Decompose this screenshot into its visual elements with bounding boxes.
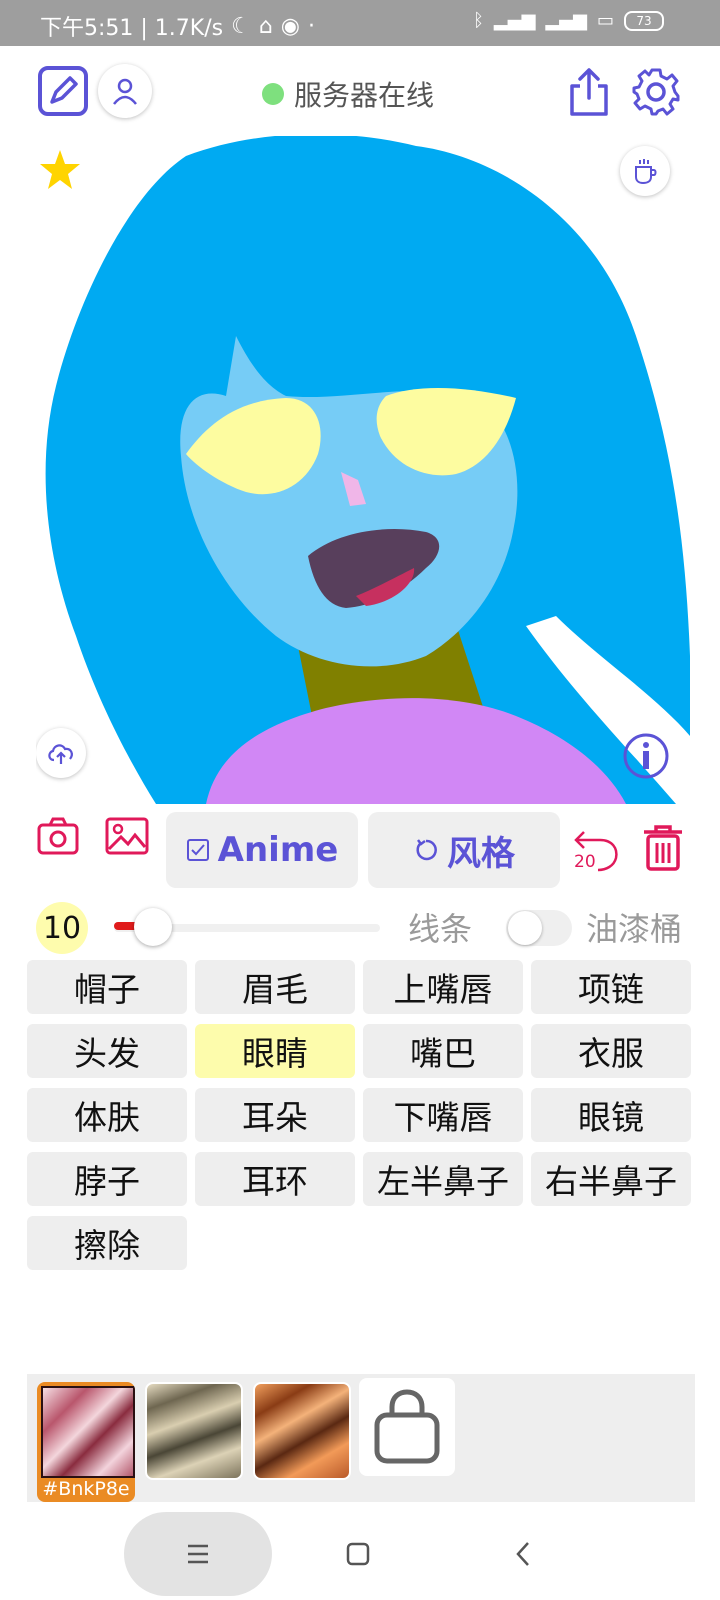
user-button[interactable] <box>98 64 152 118</box>
menu-button[interactable] <box>124 1512 272 1596</box>
signal-icon-2: ▂▄▆ <box>545 10 587 31</box>
drawing-art <box>36 136 690 804</box>
texture-beige[interactable] <box>145 1382 243 1480</box>
status-time-speed: 下午5:51 | 1.7K/s <box>40 16 224 41</box>
bucket-label: 油漆桶 <box>586 910 683 948</box>
checkbox-icon <box>186 839 209 861</box>
share-icon[interactable] <box>566 66 612 118</box>
line-label[interactable]: 线条 <box>408 904 472 950</box>
part-button[interactable]: 眼镜 <box>531 1088 691 1142</box>
camera-icon[interactable] <box>36 816 80 860</box>
cloud-upload-icon <box>48 744 73 764</box>
notification-icon: ⌂ <box>258 13 273 39</box>
back-icon[interactable] <box>514 1540 532 1572</box>
coffee-icon <box>635 159 657 185</box>
info-icon[interactable] <box>622 732 670 784</box>
menu-icon <box>188 1544 208 1564</box>
part-button[interactable]: 右半鼻子 <box>531 1152 691 1206</box>
signal-icon: ▂▄▆ <box>493 10 536 31</box>
part-button[interactable]: 脖子 <box>27 1152 187 1206</box>
part-button[interactable]: 项链 <box>531 960 691 1014</box>
refresh-icon <box>416 839 437 861</box>
drawing-canvas[interactable] <box>36 136 690 804</box>
part-button[interactable]: 左半鼻子 <box>363 1152 523 1206</box>
texture-orange[interactable] <box>253 1382 351 1480</box>
star-icon[interactable] <box>38 148 82 196</box>
bluetooth-icon: ᛒ <box>473 10 484 31</box>
part-button[interactable]: 帽子 <box>27 960 187 1014</box>
trash-icon[interactable] <box>640 824 686 876</box>
style-label: 风格 <box>447 833 515 874</box>
part-button[interactable]: 眉毛 <box>195 960 355 1014</box>
shop-button[interactable] <box>359 1378 455 1476</box>
coffee-button[interactable] <box>620 146 670 196</box>
status-left: 下午5:51 | 1.7K/s ☾ ⌂ ◉ · <box>40 10 315 42</box>
texture-pink-swatch <box>41 1386 135 1478</box>
user-icon <box>113 78 137 105</box>
undo-button[interactable]: 20 <box>570 822 622 874</box>
paint-bucket-toggle[interactable] <box>506 910 572 946</box>
undo-count: 20 <box>574 852 596 872</box>
texture-pink[interactable]: #BnkP8e <box>37 1382 135 1502</box>
gear-icon[interactable] <box>630 66 682 118</box>
battery-indicator: 73 <box>624 10 664 31</box>
part-button[interactable]: 衣服 <box>531 1024 691 1078</box>
edit-icon[interactable] <box>38 66 88 116</box>
home-icon[interactable] <box>346 1542 370 1570</box>
part-button[interactable]: 耳环 <box>195 1152 355 1206</box>
texture-code: #BnkP8e <box>42 1478 130 1500</box>
toggle-knob <box>508 911 542 945</box>
part-button[interactable]: 体肤 <box>27 1088 187 1142</box>
part-button[interactable]: 上嘴唇 <box>363 960 523 1014</box>
part-grid: 帽子 眉毛 上嘴唇 项链头发 眼睛 嘴巴 衣服体肤 耳朵 下嘴唇 眼镜脖子 耳环 左半鼻子 右半鼻子擦除 <box>27 960 695 1270</box>
bag-icon <box>374 1389 440 1464</box>
dot-icon: · <box>308 13 315 39</box>
anime-button[interactable]: Anime <box>166 812 358 888</box>
brush-size-badge: 10 <box>36 902 88 954</box>
wifi-icon: ▭ <box>596 10 614 31</box>
texture-tray: #BnkP8e <box>27 1374 695 1502</box>
style-button[interactable]: 风格 <box>368 812 560 888</box>
server-status-label: 服务器在线 <box>294 79 435 112</box>
part-button[interactable]: 眼睛 <box>195 1024 355 1078</box>
part-button[interactable]: 擦除 <box>27 1216 187 1270</box>
navigation-bar <box>0 1502 720 1600</box>
moon-icon: ☾ <box>231 13 251 39</box>
status-right: ᛒ ▂▄▆ ▂▄▆ ▭ 73 <box>473 10 664 31</box>
cloud-upload-button[interactable] <box>36 728 86 778</box>
status-bar: 下午5:51 | 1.7K/s ☾ ⌂ ◉ · ᛒ ▂▄▆ ▂▄▆ ▭ 73 <box>0 0 720 46</box>
part-button[interactable]: 嘴巴 <box>363 1024 523 1078</box>
record-icon: ◉ <box>280 13 300 39</box>
server-status: 服务器在线 <box>262 74 434 114</box>
part-button[interactable]: 头发 <box>27 1024 187 1078</box>
status-dot <box>262 83 284 105</box>
part-button[interactable]: 耳朵 <box>195 1088 355 1142</box>
image-icon[interactable] <box>104 816 150 860</box>
part-button[interactable]: 下嘴唇 <box>363 1088 523 1142</box>
slider-thumb[interactable] <box>134 908 172 946</box>
anime-label: Anime <box>217 830 339 870</box>
